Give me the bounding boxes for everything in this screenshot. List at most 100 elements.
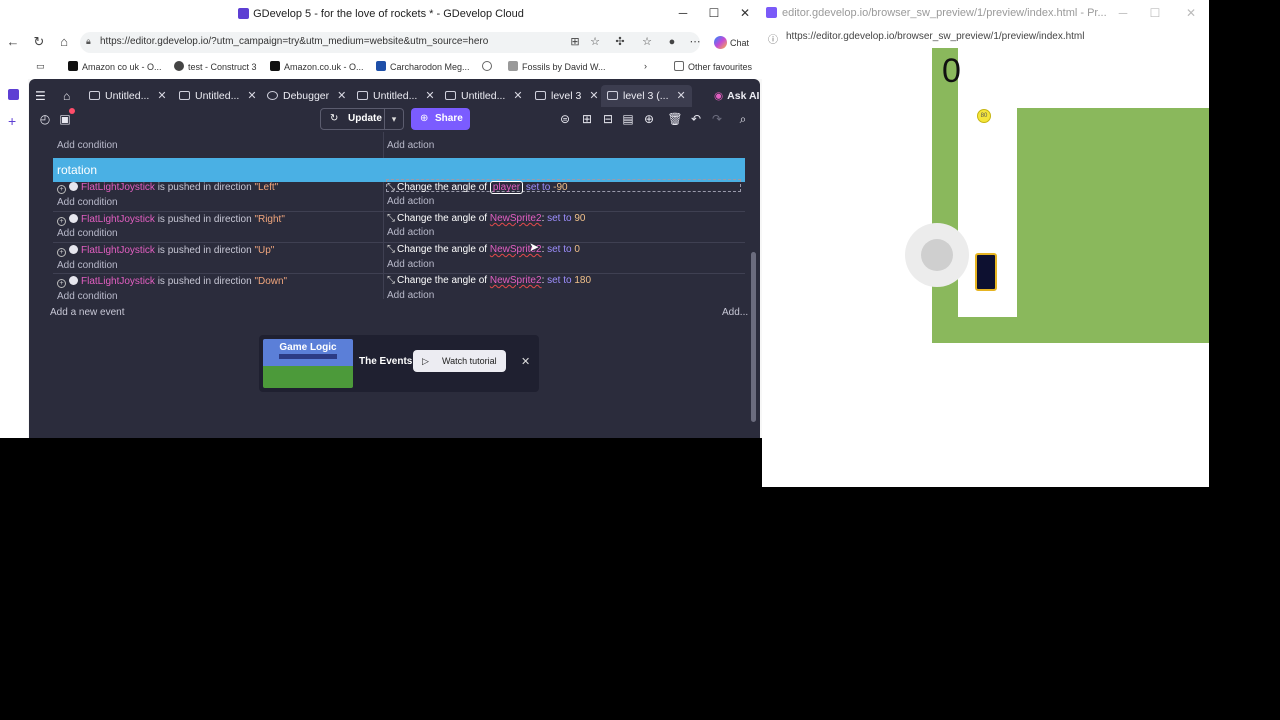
tab-untitled-2[interactable]: Untitled... ✕ [179, 85, 257, 107]
minimize-button[interactable]: ─ [668, 6, 698, 24]
action-angle-down[interactable]: ⤡ Change the angle of NewSprite2: set to … [387, 275, 591, 286]
bookmark-item[interactable]: Amazon.co.uk - O... [270, 61, 364, 72]
close-tutorial-icon[interactable]: ✕ [521, 355, 530, 368]
more-icon[interactable]: ⋯ [686, 33, 704, 51]
add-more-link[interactable]: Add... [722, 307, 748, 318]
close-window-button[interactable]: ✕ [730, 6, 760, 24]
event-separator [53, 211, 745, 212]
profile-icon[interactable]: ● [663, 33, 681, 51]
condition-joystick-left[interactable]: + FlatLightJoystick is pushed in directio… [57, 182, 278, 194]
home-icon[interactable]: ⌂ [55, 33, 73, 51]
bookmark-item[interactable] [482, 61, 496, 72]
action-angle-right[interactable]: ⤡ Change the angle of NewSprite2: set to … [387, 213, 586, 224]
close-tab-icon: ✕ [589, 90, 599, 102]
add-new-event-link[interactable]: Add a new event [50, 307, 125, 318]
joystick-object-icon [69, 245, 78, 254]
lock-icon: 🔒︎ [86, 36, 91, 46]
tutorial-thumbnail[interactable]: Game Logic [263, 339, 353, 388]
tab-untitled-3[interactable]: Untitled... ✕ [357, 85, 435, 107]
scrollbar[interactable] [751, 252, 756, 422]
add-subevent-icon[interactable]: ⊞ [579, 111, 595, 127]
preview-minimize-button[interactable]: ─ [1108, 6, 1138, 24]
add-action-link[interactable]: Add action [387, 259, 434, 270]
preview-address-bar[interactable]: ⓘ https://editor.gdevelop.io/browser_sw_… [762, 26, 1209, 48]
joystick-knob[interactable] [921, 239, 953, 271]
chevron-right-icon[interactable]: › [644, 61, 647, 71]
unsaved-dot [69, 108, 75, 114]
virtual-joystick[interactable] [905, 223, 969, 287]
add-action-link[interactable]: Add action [387, 140, 434, 151]
back-icon[interactable]: ← [4, 33, 22, 51]
url-field[interactable]: 🔒︎ https://editor.gdevelop.io/?utm_campa… [80, 32, 700, 53]
scene-icon [357, 91, 368, 100]
amazon-icon [270, 61, 280, 71]
copilot-chat-button[interactable]: Chat [714, 36, 749, 49]
ask-ai-button[interactable]: ◉ Ask AI [714, 85, 759, 107]
add-condition-link[interactable]: Add condition [57, 291, 118, 302]
redo-icon[interactable]: ↷ [709, 111, 725, 127]
action-angle-up[interactable]: ⤡ Change the angle of NewSprite2: set to … [387, 244, 580, 255]
extensions-icon[interactable]: ✣ [611, 33, 629, 51]
menu-icon[interactable]: ☰ [35, 85, 46, 107]
window-titlebar: GDevelop 5 - for the love of rockets * -… [0, 0, 762, 28]
game-canvas[interactable]: 0 80 [762, 48, 1209, 487]
bookmark-reading-list-icon[interactable]: ▭ [36, 61, 45, 72]
close-tab-icon: ✕ [425, 90, 435, 102]
joystick-object-icon [69, 214, 78, 223]
action-angle-left[interactable]: ⤡ Change the angle of player set to -90 [387, 181, 568, 194]
delete-icon[interactable]: 🗑︎ [667, 111, 683, 127]
update-button[interactable]: ↻ Update [320, 108, 385, 130]
home-tab-icon[interactable]: ⌂ [63, 85, 70, 107]
favorite-star-icon[interactable]: ☆ [586, 33, 604, 51]
undo-icon[interactable]: ↶ [688, 111, 704, 127]
add-action-link[interactable]: Add action [387, 196, 434, 207]
preview-maximize-button[interactable]: ☐ [1140, 6, 1170, 24]
watch-tutorial-button[interactable]: ▷ Watch tutorial [413, 350, 506, 372]
tutorial-card: Game Logic The Events ▷ Watch tutorial ✕ [259, 335, 539, 392]
tab-debugger[interactable]: Debugger ✕ [267, 85, 346, 107]
bookmark-item[interactable]: Amazon co uk - O... [68, 61, 162, 72]
condition-joystick-down[interactable]: + FlatLightJoystick is pushed in directio… [57, 276, 287, 288]
add-condition-link[interactable]: Add condition [57, 260, 118, 271]
angle-icon: ⤡ [387, 213, 395, 224]
bookmark-folder[interactable]: Other favourites [674, 61, 752, 72]
gdevelop-favicon-icon [766, 7, 777, 18]
bookmarks-bar: ▭ Amazon co uk - O... test - Construct 3… [0, 57, 762, 77]
add-group-icon[interactable]: ⊟ [600, 111, 616, 127]
history-icon[interactable]: ◴ [37, 111, 53, 127]
fossils-icon [508, 61, 518, 71]
scene-icon [535, 91, 546, 100]
editor-tabs: ☰ ⌂ Untitled... ✕ Untitled... ✕ Debugger ✕ … [29, 82, 760, 108]
add-action-link[interactable]: Add action [387, 290, 434, 301]
condition-joystick-up[interactable]: + FlatLightJoystick is pushed in directio… [57, 245, 274, 257]
search-icon[interactable]: ⌕ [735, 111, 751, 127]
add-comment-icon[interactable]: ▤ [620, 111, 636, 127]
condition-joystick-right[interactable]: + FlatLightJoystick is pushed in directio… [57, 214, 285, 226]
event-separator [53, 273, 745, 274]
add-condition-link[interactable]: Add condition [57, 140, 118, 151]
refresh-icon[interactable]: ↻ [30, 33, 48, 51]
add-action-link[interactable]: Add action [387, 227, 434, 238]
add-condition-link[interactable]: Add condition [57, 197, 118, 208]
add-event-icon[interactable]: ⊜ [557, 111, 573, 127]
share-button[interactable]: ⊕ Share [411, 108, 470, 130]
tab-untitled-1[interactable]: Untitled... ✕ [89, 85, 167, 107]
add-other-icon[interactable]: ⊕ [641, 111, 657, 127]
tab-level-3-events[interactable]: level 3 (... ✕ [601, 85, 692, 107]
plus-icon[interactable]: + [8, 114, 16, 128]
update-icon: ↻ [330, 113, 339, 124]
bookmark-item[interactable]: Fossils by David W... [508, 61, 606, 72]
player-sprite [975, 253, 997, 291]
maximize-button[interactable]: ☐ [699, 6, 729, 24]
tab-untitled-4[interactable]: Untitled... ✕ [445, 85, 523, 107]
bookmark-item[interactable]: Carcharodon Meg... [376, 61, 470, 72]
update-menu-button[interactable]: ▾ [385, 108, 404, 130]
apps-icon[interactable]: ⊞ [566, 33, 584, 51]
gdevelop-app: + ☰ ⌂ Untitled... ✕ Untitled... ✕ Debugger… [0, 79, 762, 438]
bookmark-item[interactable]: test - Construct 3 [174, 61, 257, 72]
tab-level-3[interactable]: level 3 ✕ [535, 85, 599, 107]
preview-close-button[interactable]: ✕ [1176, 6, 1206, 24]
favorites-icon[interactable]: ☆ [638, 33, 656, 51]
add-condition-link[interactable]: Add condition [57, 228, 118, 239]
events-icon [179, 91, 190, 100]
